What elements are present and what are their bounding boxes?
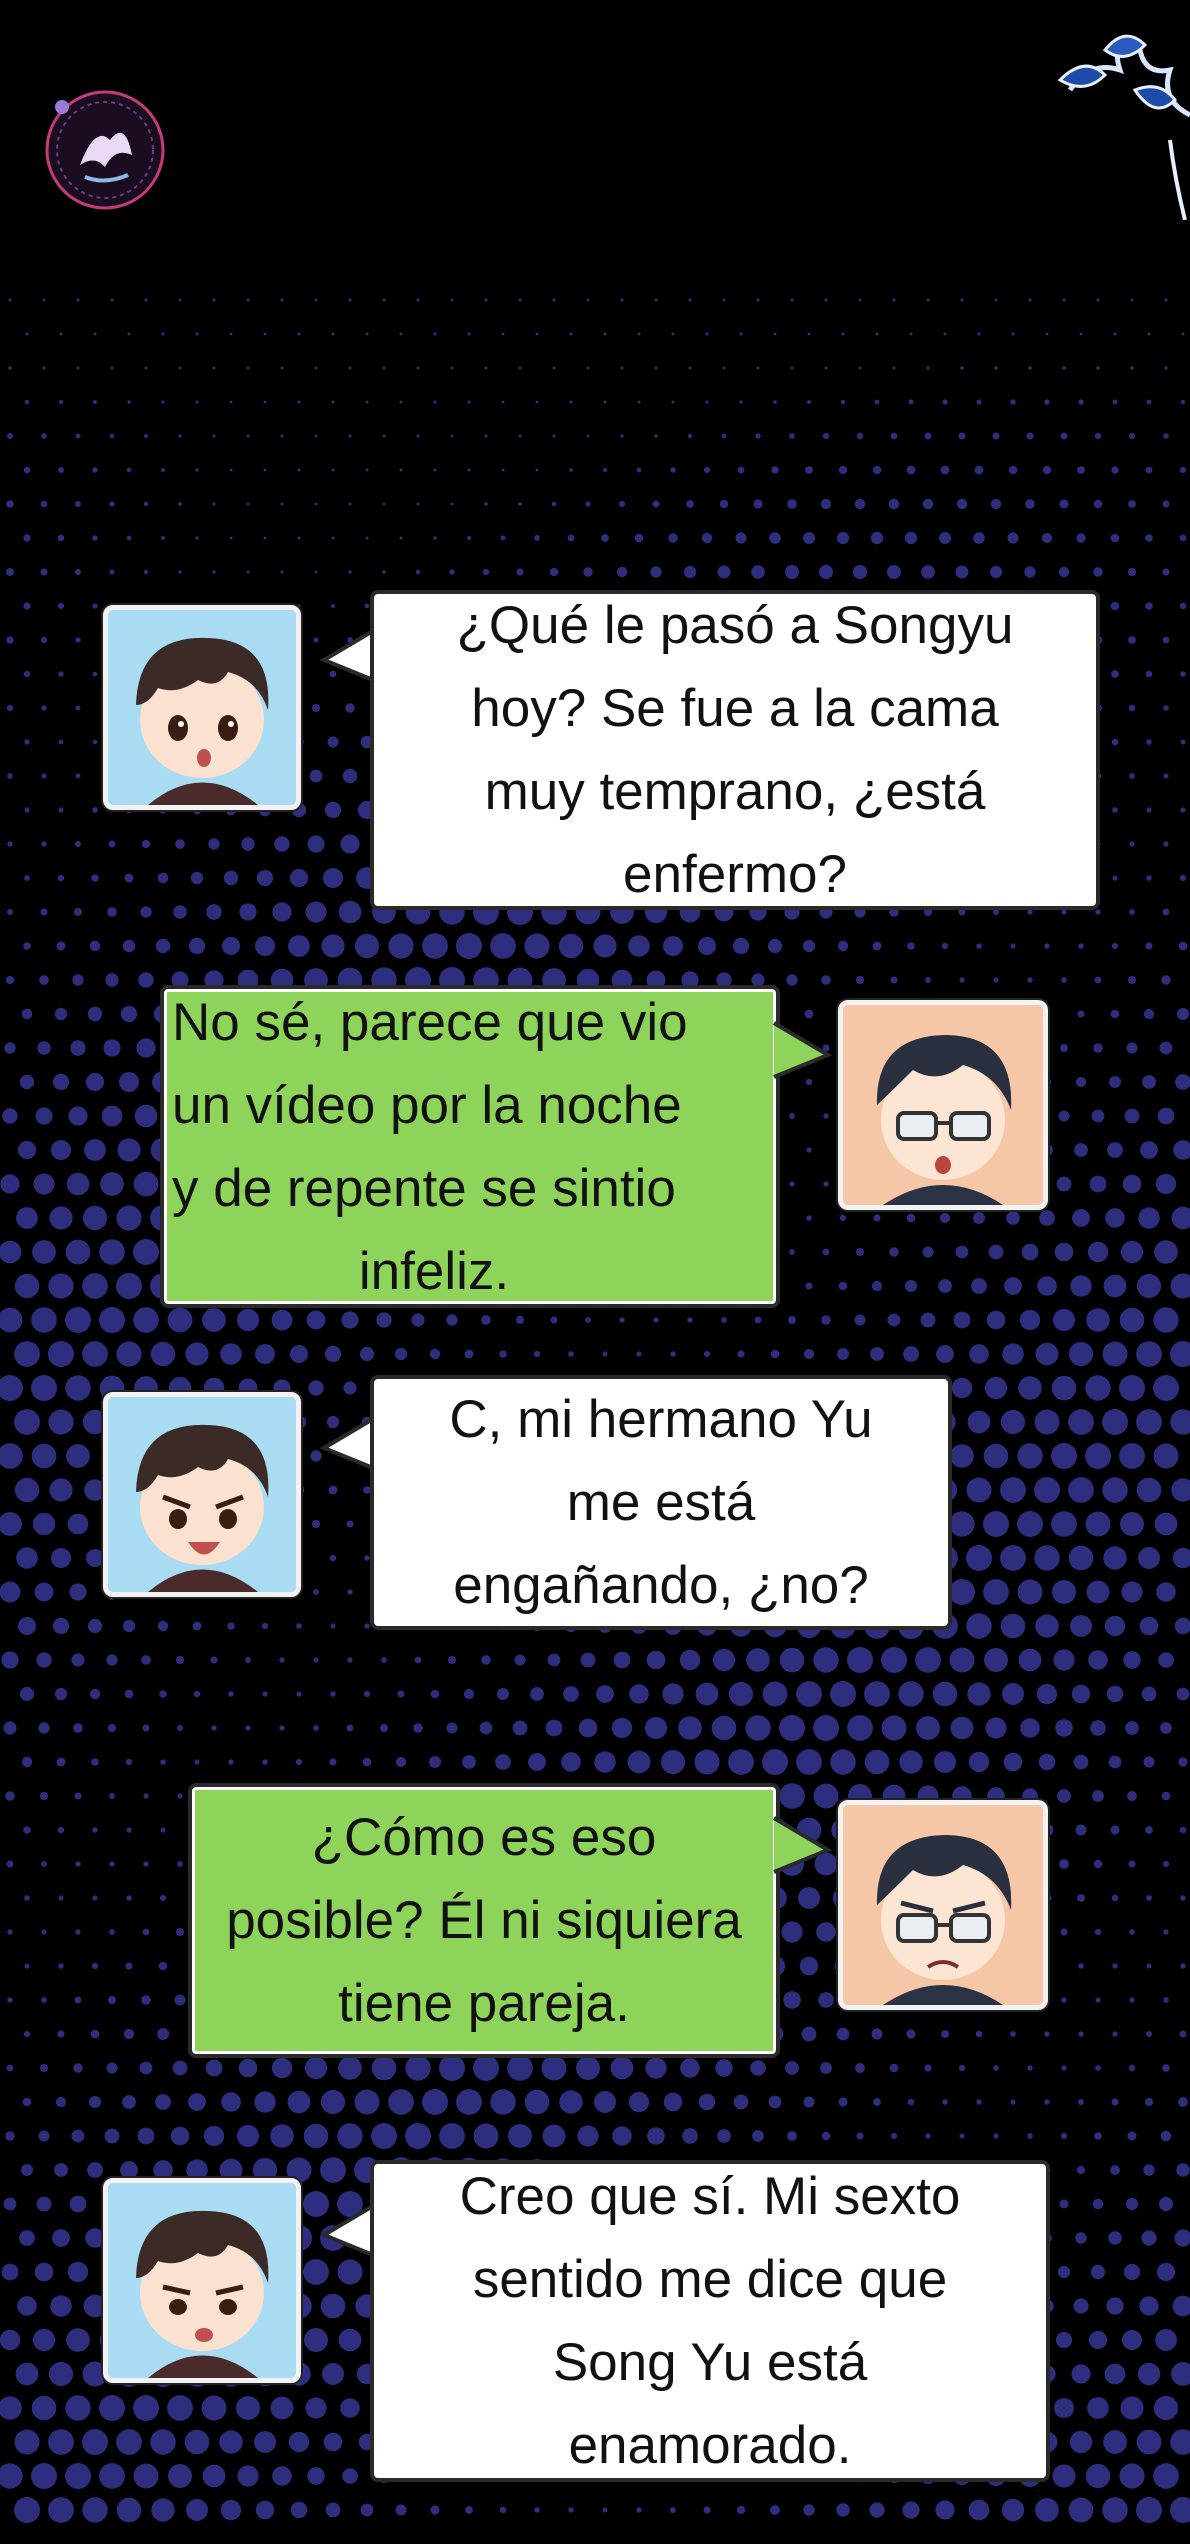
message-line: ¿Cómo es eso xyxy=(311,1808,657,1867)
message-line: posible? Él ni siquiera xyxy=(226,1891,742,1950)
message-bubble: ¿Qué le pasó a Songyu hoy? Se fue a la c… xyxy=(370,590,1100,910)
message-bubble: No sé, parece que vio un vídeo por la no… xyxy=(160,985,780,1308)
avatar-boy xyxy=(103,605,301,810)
bubble-tail xyxy=(772,1021,832,1079)
glasses-face-icon xyxy=(843,1005,1043,1205)
message-line: C, mi hermano Yu xyxy=(449,1390,873,1449)
flower-ornament xyxy=(1050,20,1190,220)
message-line: infeliz. xyxy=(358,1241,510,1301)
message-bubble: Creo que sí. Mi sexto sentido me dice qu… xyxy=(370,2160,1050,2482)
message-line: tiene pareja. xyxy=(338,1974,630,2033)
bubble-tail xyxy=(772,1816,832,1874)
message-bubble: ¿Cómo es eso posible? Él ni siquiera tie… xyxy=(188,1783,780,2058)
message-line: No sé, parece que vio xyxy=(172,992,688,1052)
message-line: hoy? Se fue a la cama xyxy=(471,679,999,738)
avatar-boy xyxy=(103,1392,301,1597)
message-line: enamorado. xyxy=(568,2416,852,2475)
glasses-angry-face-icon xyxy=(843,1805,1043,2005)
watermark-logo xyxy=(40,85,170,215)
boy-serious-face-icon xyxy=(108,2183,296,2378)
avatar-boy xyxy=(103,2178,301,2383)
avatar-glasses xyxy=(838,1000,1048,1210)
message-line: muy temprano, ¿está xyxy=(484,762,986,821)
message-line: y de repente se sintio xyxy=(172,1158,676,1218)
message-line: sentido me dice que xyxy=(472,2250,948,2309)
chat-screen: ¿Qué le pasó a Songyu hoy? Se fue a la c… xyxy=(0,0,1190,2544)
avatar-glasses xyxy=(838,1800,1048,2010)
boy-face-icon xyxy=(108,610,296,805)
message-line: ¿Qué le pasó a Songyu xyxy=(456,596,1014,655)
boy-angry-face-icon xyxy=(108,1397,296,1592)
message-line: Creo que sí. Mi sexto xyxy=(459,2167,961,2226)
message-line: me está xyxy=(566,1473,756,1532)
message-bubble: C, mi hermano Yu me está engañando, ¿no? xyxy=(370,1375,952,1630)
message-line: enfermo? xyxy=(623,845,847,904)
message-line: un vídeo por la noche xyxy=(172,1075,682,1135)
message-line: engañando, ¿no? xyxy=(453,1556,869,1615)
message-line: Song Yu está xyxy=(552,2333,868,2392)
